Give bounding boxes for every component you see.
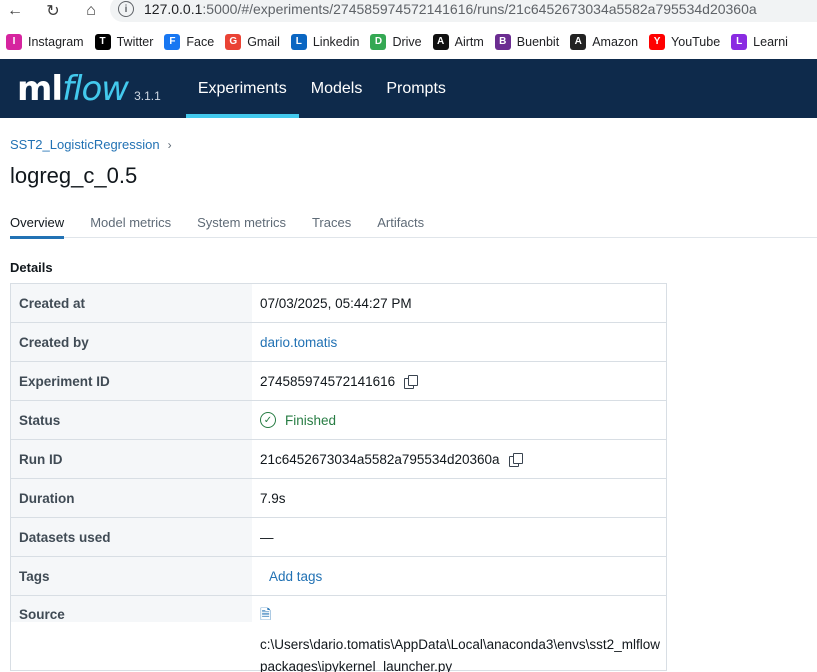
tab-traces[interactable]: Traces: [312, 210, 351, 238]
bookmark-item[interactable]: L Linkedin: [290, 33, 360, 50]
youtube-icon: Y: [649, 33, 666, 50]
url-host: 127.0.0.1: [144, 1, 203, 17]
mlflow-version: 3.1.1: [134, 88, 161, 103]
row-key: Tags: [11, 557, 252, 595]
status-text: Finished: [285, 412, 337, 428]
bookmark-item[interactable]: A Airtm: [432, 33, 484, 50]
tab-model-metrics[interactable]: Model metrics: [90, 210, 171, 238]
experiment-id-value: 274585974572141616: [260, 373, 396, 389]
bookmark-label: Airtm: [454, 34, 484, 49]
bookmark-label: Twitter: [116, 34, 154, 49]
table-row: Duration 7.9s: [11, 479, 666, 518]
source-path-line-1[interactable]: c:\Users\dario.tomatis\AppData\Local\ana…: [260, 634, 660, 656]
row-key: Status: [11, 401, 252, 439]
table-row: Created by dario.tomatis: [11, 323, 666, 362]
bookmark-item[interactable]: A Amazon: [570, 33, 639, 50]
gmail-icon: G: [225, 33, 242, 50]
home-icon[interactable]: ⌂: [80, 0, 102, 22]
created-by-link[interactable]: dario.tomatis: [260, 335, 337, 350]
bookmark-label: Learni: [753, 34, 788, 49]
table-row: Created at 07/03/2025, 05:44:27 PM: [11, 284, 666, 323]
airtm-icon: A: [432, 33, 449, 50]
nav-experiments[interactable]: Experiments: [185, 59, 299, 118]
browser-toolbar: ← ↻ ⌂ i 127.0.0.1:5000/#/experiments/274…: [0, 0, 817, 22]
buenbit-icon: B: [494, 33, 511, 50]
duration-value: 7.9s: [260, 490, 286, 506]
logo-ml-text: ml: [17, 68, 63, 109]
details-table: Created at 07/03/2025, 05:44:27 PM Creat…: [10, 283, 667, 672]
page-title: logreg_c_0.5: [10, 163, 138, 188]
bookmark-item[interactable]: G Gmail: [225, 33, 280, 50]
check-circle-icon: ✓: [260, 412, 276, 428]
run-tabs: Overview Model metrics System metrics Trace…: [10, 210, 817, 239]
datasets-value: —: [260, 529, 274, 545]
learning-icon: L: [731, 33, 748, 50]
row-key: Duration: [11, 479, 252, 517]
details-heading: Details: [10, 260, 53, 275]
copy-icon[interactable]: [508, 452, 523, 467]
bookmark-item[interactable]: D Drive: [370, 33, 422, 50]
bookmark-label: Drive: [392, 34, 422, 49]
site-info-icon[interactable]: i: [118, 1, 134, 17]
source-path-line-2: packages\ipykernel_launcher.py: [260, 659, 453, 672]
source-value: 🗎 c:\Users\dario.tomatis\AppData\Local\a…: [252, 596, 666, 672]
x-icon: T: [94, 33, 111, 50]
bookmark-item[interactable]: B Buenbit: [494, 33, 560, 50]
reload-icon[interactable]: ↻: [42, 0, 64, 22]
notebook-file-icon: 🗎: [260, 606, 272, 622]
breadcrumb-experiment-link[interactable]: SST2_LogisticRegression: [10, 137, 160, 152]
bookmark-label: YouTube: [671, 34, 721, 49]
bookmark-label: Face: [186, 34, 215, 49]
bookmark-label: Linkedin: [312, 34, 360, 49]
table-row: Datasets used —: [11, 518, 666, 557]
bookmark-item[interactable]: F Face: [164, 33, 215, 50]
address-bar[interactable]: i 127.0.0.1:5000/#/experiments/274585974…: [110, 0, 817, 22]
tab-artifacts[interactable]: Artifacts: [377, 210, 424, 238]
chevron-right-icon: ›: [167, 137, 172, 152]
bookmarks-bar: I Instagram T Twitter F Face G Gmail L Linkedin D D…: [0, 28, 817, 55]
row-key: Source: [11, 596, 252, 622]
run-id-value: 21c6452673034a5582a795534d20360a: [260, 451, 500, 467]
bookmark-label: Buenbit: [516, 34, 560, 49]
row-key: Datasets used: [11, 518, 252, 556]
tab-overview[interactable]: Overview: [10, 210, 65, 239]
copy-icon[interactable]: [404, 374, 419, 389]
row-key: Created at: [11, 284, 252, 322]
bookmark-label: Instagram: [28, 34, 84, 49]
table-row: Status ✓ Finished: [11, 401, 666, 440]
amazon-icon: A: [570, 33, 587, 50]
bookmark-item[interactable]: L Learni: [731, 33, 788, 50]
url-path: :5000/#/experiments/274585974572141616/r…: [202, 1, 757, 17]
bookmark-item[interactable]: I Instagram: [6, 33, 84, 50]
created-at-value: 07/03/2025, 05:44:27 PM: [260, 295, 412, 311]
status-badge: ✓ Finished: [260, 412, 336, 428]
logo-flow-text: flow: [62, 68, 129, 109]
table-row: Experiment ID 274585974572141616: [11, 362, 666, 401]
nav-prompts[interactable]: Prompts: [374, 59, 458, 118]
instagram-icon: I: [6, 33, 22, 50]
linkedin-icon: L: [290, 33, 307, 50]
row-key: Experiment ID: [11, 362, 252, 400]
mlflow-logo[interactable]: ml flow 3.1.1: [17, 59, 161, 118]
back-arrow-icon[interactable]: ←: [4, 0, 26, 22]
facebook-icon: F: [164, 33, 181, 50]
breadcrumb: SST2_LogisticRegression ›: [10, 137, 172, 152]
bookmark-item[interactable]: T Twitter: [94, 33, 154, 50]
row-key: Run ID: [11, 440, 252, 478]
table-row: Tags Add tags: [11, 557, 666, 596]
bookmark-item[interactable]: Y YouTube: [649, 33, 721, 50]
top-nav: Experiments Models Prompts: [185, 59, 458, 118]
tab-system-metrics[interactable]: System metrics: [197, 210, 286, 238]
row-key: Created by: [11, 323, 252, 361]
drive-icon: D: [370, 33, 387, 50]
nav-models[interactable]: Models: [299, 59, 375, 118]
mlflow-header: ml flow 3.1.1 Experiments Models Prompts: [0, 59, 817, 118]
table-row: Run ID 21c6452673034a5582a795534d20360a: [11, 440, 666, 479]
bookmark-label: Gmail: [247, 34, 280, 49]
add-tags-button[interactable]: Add tags: [269, 569, 322, 584]
bookmark-label: Amazon: [592, 34, 639, 49]
table-row: Source 🗎 c:\Users\dario.tomatis\AppData\…: [11, 596, 666, 672]
